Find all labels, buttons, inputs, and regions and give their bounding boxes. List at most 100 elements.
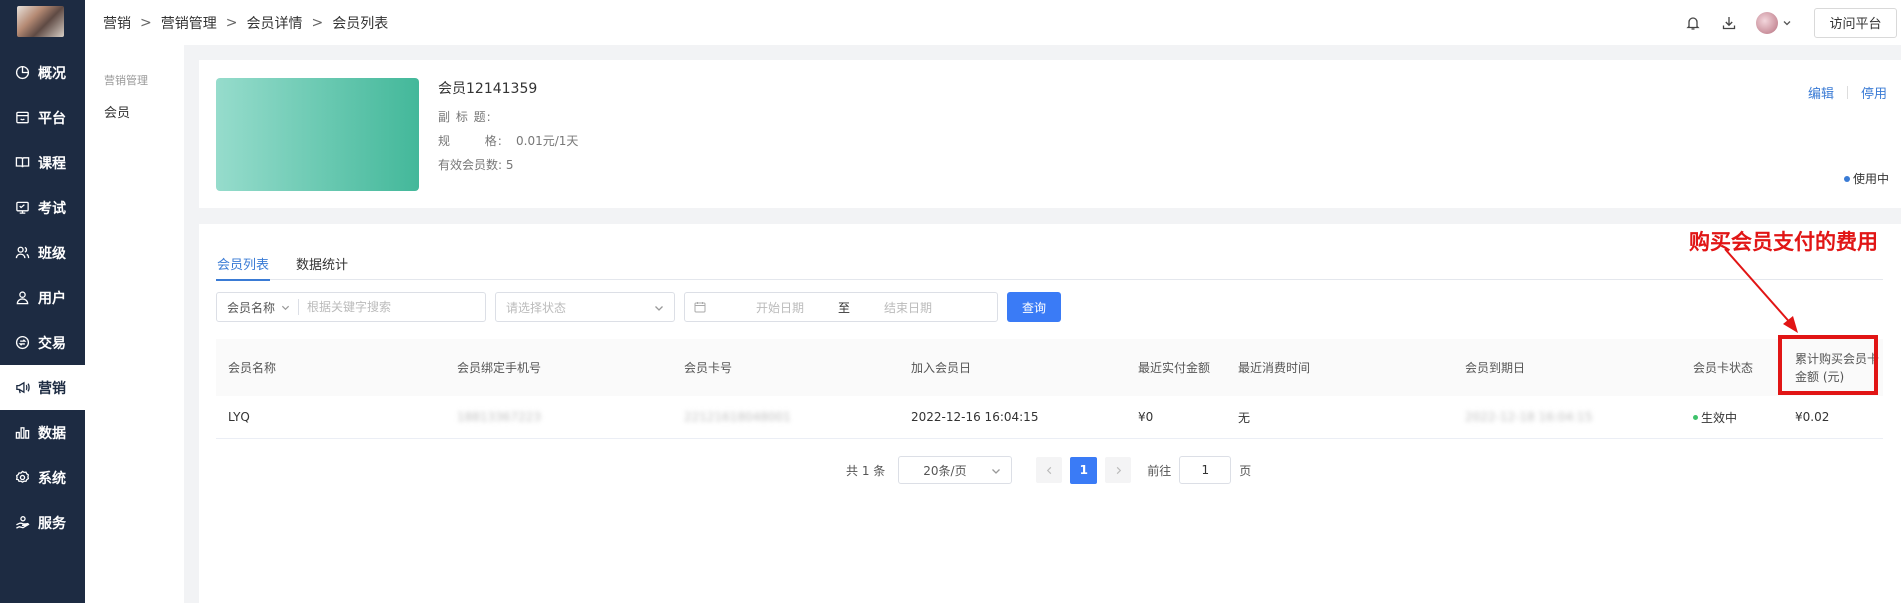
app-logo[interactable] <box>17 6 64 37</box>
annotation-text: 购买会员支付的费用 <box>1689 229 1878 254</box>
breadcrumb-item[interactable]: 会员详情 <box>246 13 302 33</box>
member-subtitle-row: 副 标 题: <box>438 105 578 129</box>
end-date-input[interactable]: 结束日期 <box>858 299 958 316</box>
action-divider <box>1846 86 1848 99</box>
next-page-button[interactable] <box>1105 457 1132 483</box>
sidebar-item-trade[interactable]: 交易 <box>0 320 85 365</box>
bell-icon[interactable] <box>1684 14 1702 32</box>
card-status: 使用中 <box>1843 170 1889 187</box>
search-field-select[interactable]: 会员名称 <box>217 299 298 316</box>
breadcrumb-current: 会员列表 <box>332 15 389 32</box>
sidebar-item-exam[interactable]: 考试 <box>0 185 85 230</box>
tab-bar: 会员列表 数据统计 <box>216 254 1883 281</box>
book-icon <box>15 157 30 168</box>
disable-link[interactable]: 停用 <box>1861 83 1887 102</box>
secondary-menu: 营销管理 会员 <box>85 45 184 603</box>
page-size-value: 20条/页 <box>923 463 967 478</box>
pie-chart-icon <box>15 65 30 80</box>
cell-last-time: 无 <box>1238 410 1251 425</box>
table-header: 会员名称 会员绑定手机号 会员卡号 加入会员日 最近实付金额 最近消费时间 会员… <box>216 339 1883 396</box>
gear-icon <box>15 470 30 483</box>
date-range-picker[interactable]: 开始日期 至 结束日期 <box>684 292 998 322</box>
class-icon <box>15 246 30 259</box>
breadcrumb-separator: > <box>311 14 324 31</box>
column-header: 最近消费时间 <box>1238 361 1311 375</box>
breadcrumb-separator: > <box>225 14 238 31</box>
tab-member-list[interactable]: 会员列表 <box>216 254 271 281</box>
sidebar-item-platform[interactable]: 平台 <box>0 95 85 140</box>
member-count-row: 有效会员数: 5 <box>438 153 578 177</box>
status-dot <box>1843 175 1850 182</box>
user-icon <box>16 291 29 305</box>
breadcrumb-item[interactable]: 营销管理 <box>161 13 217 33</box>
sidebar-item-label: 交易 <box>38 335 66 352</box>
filter-bar: 会员名称 请选择状态 开始日期 至 结束日期 查询 <box>216 292 1061 322</box>
calendar-icon <box>694 302 706 313</box>
sidebar-item-course[interactable]: 课程 <box>0 140 85 185</box>
edit-link[interactable]: 编辑 <box>1808 83 1834 102</box>
card-status-text: 使用中 <box>1852 172 1889 186</box>
sidebar-item-overview[interactable]: 概况 <box>0 50 85 95</box>
breadcrumb-item[interactable]: 营销 <box>103 13 131 33</box>
cell-phone: 18813367223 <box>457 410 541 424</box>
submenu-item-member[interactable]: 会员 <box>85 88 184 121</box>
service-icon <box>16 516 30 529</box>
count-label: 有效会员数: <box>438 158 503 172</box>
prev-page-button[interactable] <box>1036 457 1063 483</box>
annotation-highlight-box <box>1778 335 1878 395</box>
cell-join-date: 2022-12-16 16:04:15 <box>911 410 1039 424</box>
status-select[interactable]: 请选择状态 <box>495 292 675 322</box>
breadcrumb: 营销 > 营销管理 > 会员详情 > 会员列表 <box>85 13 388 33</box>
search-input[interactable] <box>299 300 470 314</box>
visit-platform-button[interactable]: 访问平台 <box>1814 7 1897 38</box>
sidebar-nav: 概况 平台 课程 考试 班级 用户 交易 营销 数据 系统 服务 <box>0 50 85 545</box>
pagination: 共 1 条 20条/页 1 前往 页 <box>846 456 1251 484</box>
pagination-total: 共 1 条 <box>846 463 886 478</box>
sidebar-item-label: 平台 <box>38 110 66 127</box>
page-size-select[interactable]: 20条/页 <box>898 456 1013 484</box>
sidebar-item-system[interactable]: 系统 <box>0 455 85 500</box>
member-info: 会员12141359 副 标 题: 规 格: 0.01元/1天 有效会员数: 5 <box>438 78 578 177</box>
header-actions: 访问平台 <box>1684 0 1901 45</box>
status-select-placeholder: 请选择状态 <box>506 300 567 315</box>
start-date-input[interactable]: 开始日期 <box>730 299 830 316</box>
goto-page-input[interactable] <box>1179 456 1232 484</box>
cell-total-amount: ¥0.02 <box>1795 410 1830 424</box>
sidebar-item-marketing[interactable]: 营销 <box>0 365 85 410</box>
tab-statistics[interactable]: 数据统计 <box>295 254 349 280</box>
trade-icon <box>15 335 30 350</box>
cell-card-number: 22121618048001 <box>684 410 791 424</box>
sidebar-item-class[interactable]: 班级 <box>0 230 85 275</box>
column-header: 最近实付金额 <box>1138 361 1211 375</box>
column-header: 会员卡状态 <box>1693 361 1754 375</box>
chevron-down-icon <box>655 306 663 311</box>
cell-expire-date: 2022-12-18 16:04:15 <box>1465 410 1593 424</box>
search-field-select-value: 会员名称 <box>227 300 276 315</box>
table-row: LYQ 18813367223 22121618048001 2022-12-1… <box>216 396 1883 439</box>
breadcrumb-separator: > <box>140 14 152 31</box>
sidebar-item-user[interactable]: 用户 <box>0 275 85 320</box>
column-header: 加入会员日 <box>911 361 972 375</box>
status-dot <box>1693 414 1698 420</box>
sidebar: 概况 平台 课程 考试 班级 用户 交易 营销 数据 系统 服务 <box>0 0 85 603</box>
cell-status: 生效中 <box>1681 409 1783 426</box>
goto-label: 前往 <box>1147 463 1172 478</box>
sidebar-item-service[interactable]: 服务 <box>0 500 85 545</box>
member-spec-row: 规 格: 0.01元/1天 <box>438 129 578 153</box>
query-button[interactable]: 查询 <box>1007 292 1061 322</box>
cell-member-name: LYQ <box>228 410 250 424</box>
status-badge: 生效中 <box>1701 410 1738 425</box>
count-value: 5 <box>505 158 514 172</box>
chevron-down-icon[interactable] <box>1782 18 1792 28</box>
column-header: 会员绑定手机号 <box>457 361 542 375</box>
page-number-current[interactable]: 1 <box>1070 456 1098 484</box>
download-icon[interactable] <box>1720 14 1738 32</box>
avatar[interactable] <box>1756 11 1778 34</box>
sidebar-item-data[interactable]: 数据 <box>0 410 85 455</box>
exam-icon <box>16 201 29 214</box>
sidebar-item-label: 课程 <box>38 155 66 172</box>
megaphone-icon <box>16 381 30 394</box>
sidebar-item-label: 用户 <box>38 290 66 307</box>
submenu-group-title: 营销管理 <box>104 74 148 87</box>
sidebar-item-label: 班级 <box>38 245 66 262</box>
